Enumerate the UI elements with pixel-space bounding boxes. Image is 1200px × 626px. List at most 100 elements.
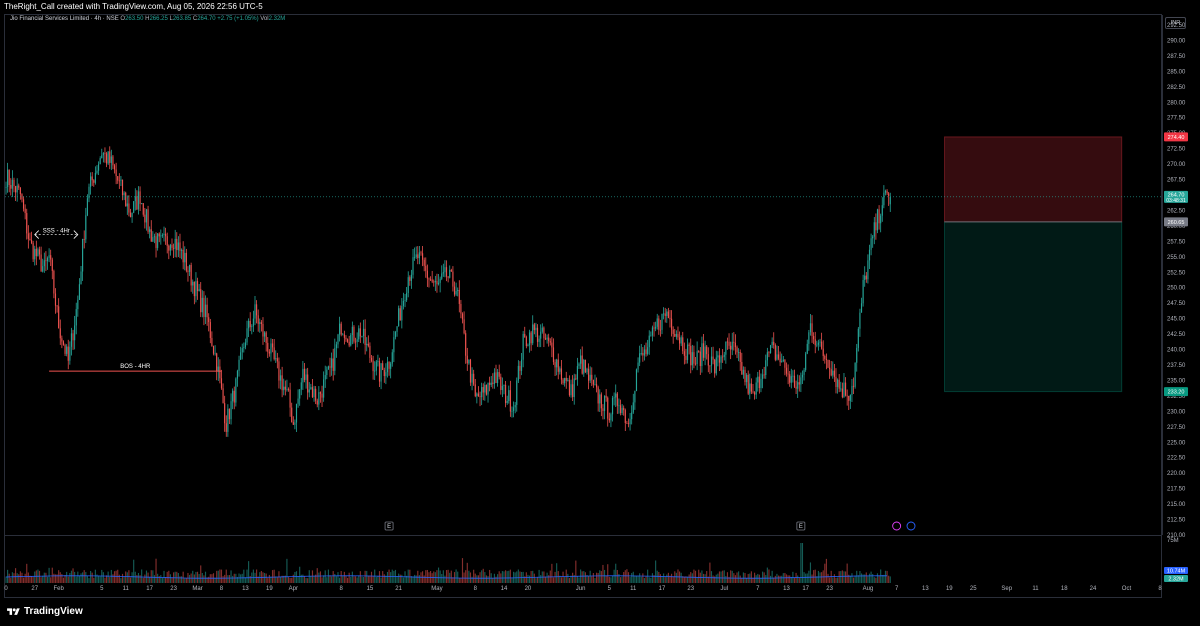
volume-bar xyxy=(851,573,853,583)
candle-body xyxy=(157,233,159,248)
candle-body xyxy=(112,156,114,166)
candle-body xyxy=(683,351,685,356)
volume-bar xyxy=(789,575,791,583)
candle-body xyxy=(13,179,15,187)
price-chart[interactable]: 292.50290.00287.50285.00282.50280.00277.… xyxy=(0,0,1200,626)
candle-body xyxy=(779,358,781,363)
candle-body xyxy=(243,347,245,349)
candle-body xyxy=(340,323,342,335)
candle-body xyxy=(401,306,403,321)
volume-bar xyxy=(11,572,13,583)
volume-bar xyxy=(870,571,872,583)
candle-body xyxy=(366,343,368,345)
candle-body xyxy=(409,277,411,281)
volume-bar xyxy=(519,571,521,583)
candle-body xyxy=(484,384,486,393)
currency-selector[interactable]: INR xyxy=(1165,17,1186,29)
candle-body xyxy=(852,385,855,387)
candle-body xyxy=(457,289,459,292)
candle-body xyxy=(61,338,63,342)
change-value: +2.75 (+1.05%) xyxy=(217,16,259,22)
volume-bar xyxy=(375,576,377,583)
candle-body xyxy=(77,299,79,310)
volume-bar xyxy=(176,571,178,583)
x-tick-label: 23 xyxy=(170,586,177,592)
volume-bar xyxy=(694,570,697,583)
y-tick-label: 287.50 xyxy=(1167,54,1186,60)
candle-body xyxy=(469,359,472,383)
volume-bar xyxy=(460,578,462,583)
candle-body xyxy=(576,366,578,380)
volume-bar xyxy=(370,571,373,583)
candle-body xyxy=(728,341,730,346)
volume-bar xyxy=(91,572,93,583)
candle-body xyxy=(627,423,630,425)
volume-bar xyxy=(195,571,197,583)
volume-bar xyxy=(249,575,251,583)
volume-bar xyxy=(426,569,428,583)
candle-body xyxy=(329,366,331,368)
candle-body xyxy=(374,370,376,372)
candle-body xyxy=(738,352,740,353)
symbol-legend[interactable]: Jio Financial Services Limited · 4h · NS… xyxy=(10,16,285,22)
volume-bar xyxy=(702,573,705,583)
x-tick-label: Feb xyxy=(54,586,65,592)
candle-body xyxy=(163,233,165,235)
volume-bar xyxy=(461,558,464,583)
candle-body xyxy=(760,378,762,389)
candle-body xyxy=(567,380,569,381)
volume-bar xyxy=(115,570,117,583)
volume-bar xyxy=(101,569,103,583)
volume-bar xyxy=(129,577,132,583)
volume-bar xyxy=(386,571,389,583)
candle-body xyxy=(297,398,299,404)
volume-bar xyxy=(637,575,639,583)
x-tick-label: Mar xyxy=(192,586,202,592)
candle-body xyxy=(688,344,690,346)
volume-bar xyxy=(880,569,882,583)
volume-bar xyxy=(377,576,379,583)
candle-body xyxy=(829,367,831,370)
candle-body xyxy=(308,389,310,393)
candle-body xyxy=(176,238,178,251)
volume-bar xyxy=(508,570,510,583)
candle-body xyxy=(725,341,727,355)
volume-bar xyxy=(527,574,529,583)
candle-body xyxy=(334,348,336,371)
volume-bar xyxy=(331,576,333,583)
candle-body xyxy=(235,378,237,403)
volume-bar xyxy=(98,575,100,583)
candle-body xyxy=(342,334,344,336)
candle-body xyxy=(193,281,195,297)
volume-bar xyxy=(859,571,861,583)
candle-body xyxy=(819,341,821,343)
candle-body xyxy=(795,386,797,389)
y-tick-label: 225.00 xyxy=(1167,440,1186,446)
candle-body xyxy=(686,344,689,361)
volume-bar xyxy=(136,575,138,583)
volume-bar xyxy=(843,571,845,583)
volume-bar xyxy=(856,570,858,583)
candle-body xyxy=(784,359,786,368)
candle-body xyxy=(634,391,636,403)
volume-bar xyxy=(107,571,109,583)
high-value: 266.25 xyxy=(149,16,168,22)
candle-body xyxy=(876,209,879,231)
candle-body xyxy=(35,248,37,257)
candle-body xyxy=(206,304,208,318)
candle-body xyxy=(30,240,33,244)
candle-body xyxy=(588,368,590,381)
y-tick-label: 215.00 xyxy=(1167,502,1186,508)
position-target-zone xyxy=(944,136,1123,223)
volume-bar xyxy=(351,571,353,583)
candle-body xyxy=(572,384,574,398)
candle-body xyxy=(562,379,564,384)
volume-bar xyxy=(738,571,740,583)
candle-body xyxy=(814,339,816,346)
tradingview-brand[interactable]: TradingView xyxy=(6,606,83,617)
candle-body xyxy=(656,318,658,327)
candle-body xyxy=(34,248,36,260)
volume-bar xyxy=(835,577,837,583)
candle-body xyxy=(300,382,302,390)
candle-body xyxy=(584,359,586,373)
